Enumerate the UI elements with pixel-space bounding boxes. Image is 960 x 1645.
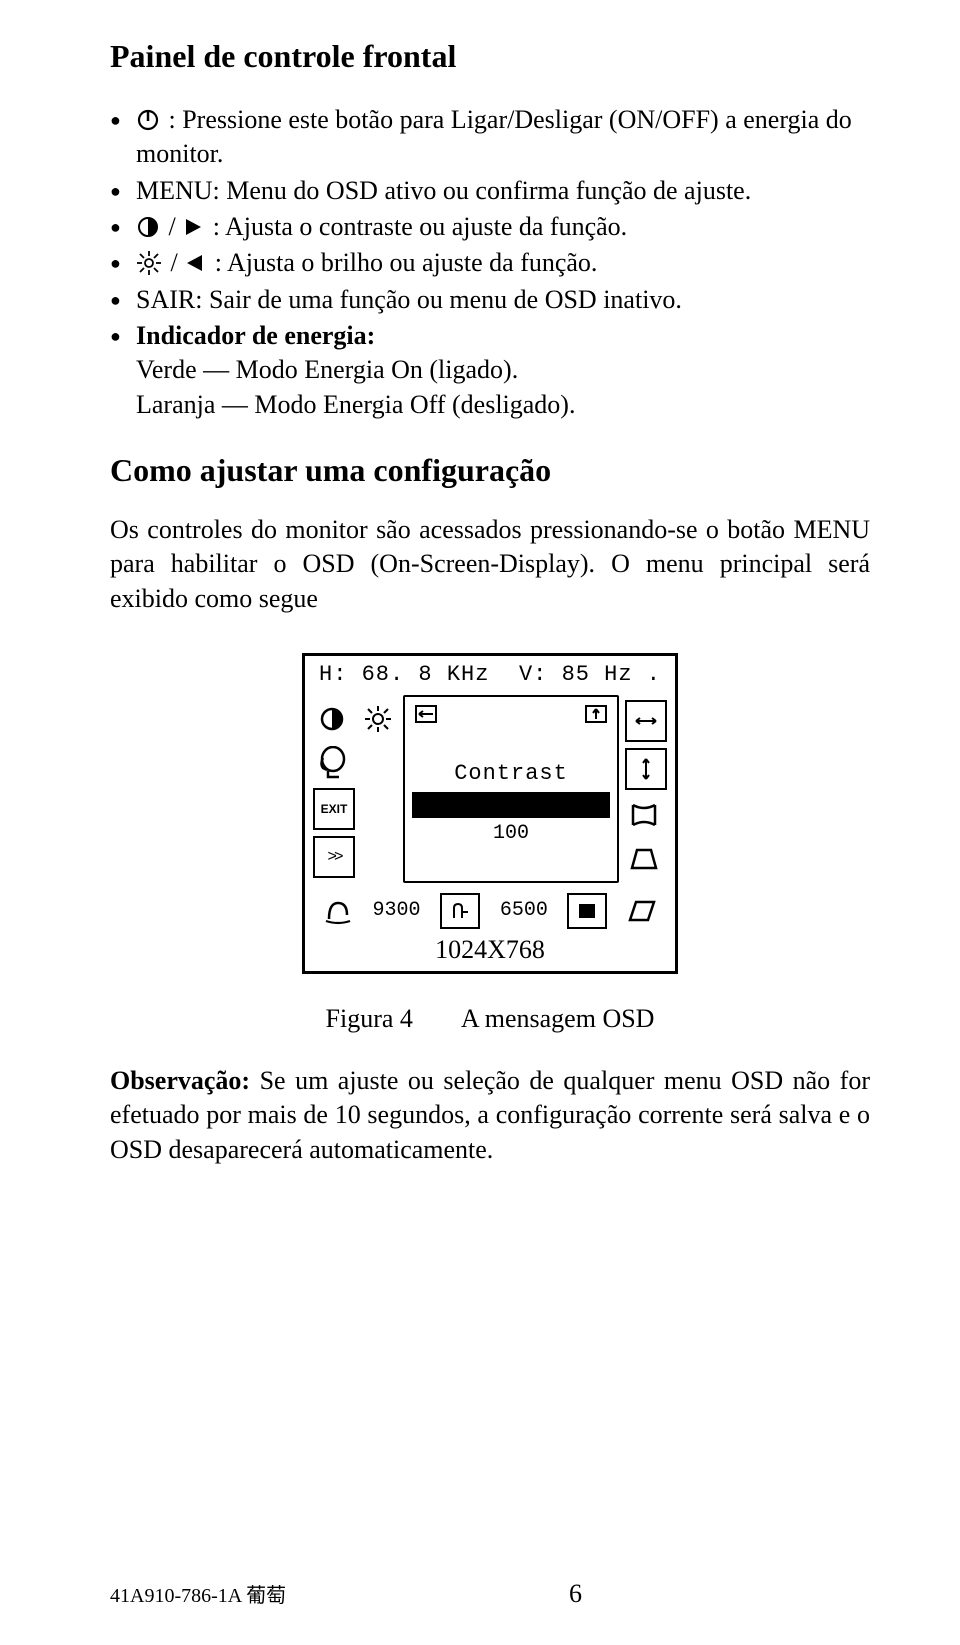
bullet-dot: ●: [110, 174, 136, 208]
head-icon: [313, 744, 351, 782]
osd-right-column: [623, 693, 669, 885]
osd-left-column: EXIT >>: [311, 693, 357, 885]
brightness-icon: [136, 250, 162, 276]
bullet-text: : Ajusta o contraste ou ajuste da função…: [206, 212, 627, 241]
vsize-icon: [625, 748, 667, 790]
heading-front-panel: Painel de controle frontal: [110, 38, 870, 75]
page-number: 6: [569, 1579, 582, 1609]
bullet-item: ● Indicador de energia: Verde — Modo Ene…: [110, 319, 870, 422]
trapezoid-icon: [625, 840, 663, 878]
heading-how-to-adjust: Como ajustar uma configuração: [110, 452, 870, 489]
osd-bottom-row: 9300 6500: [305, 889, 675, 933]
bullet-item: ● MENU: Menu do OSD ativo ou confirma fu…: [110, 174, 870, 208]
osd-left-column-2: [357, 693, 399, 885]
osd-center-value: 100: [493, 822, 529, 845]
osd-v-label: V: 85 Hz .: [519, 662, 661, 687]
caption-left: Figura 4: [326, 1004, 413, 1034]
hpos-icon: [413, 703, 439, 725]
bullet-item: ● : Pressione este botão para Ligar/Desl…: [110, 103, 870, 172]
exit-icon: EXIT: [313, 788, 355, 830]
bullet-text: : Ajusta o brilho ou ajuste da função.: [208, 248, 597, 277]
bullet-dot: ●: [110, 319, 136, 353]
bullet-text: MENU: Menu do OSD ativo ou confirma funç…: [136, 174, 870, 208]
brightness-icon: [359, 700, 397, 738]
parallelogram-icon: [627, 898, 657, 924]
page-footer: 41A910-786-1A 葡萄 6 .: [110, 1579, 870, 1609]
figure-osd: H: 68. 8 KHz V: 85 Hz . EXIT >>: [110, 653, 870, 974]
play-left-icon: [184, 252, 206, 274]
bullet-dot: ●: [110, 246, 136, 280]
contrast-icon: [313, 700, 351, 738]
osd-panel: H: 68. 8 KHz V: 85 Hz . EXIT >>: [302, 653, 678, 974]
bullet-line: Verde — Modo Energia On (ligado).: [136, 355, 518, 384]
observation-label: Observação:: [110, 1066, 250, 1095]
bullet-item: ● SAIR: Sair de uma função ou menu de OS…: [110, 283, 870, 317]
bullet-list: ● : Pressione este botão para Ligar/Desl…: [110, 103, 870, 422]
bullet-item: ● / : Ajusta o brilho ou ajuste da funçã…: [110, 246, 870, 280]
osd-6500: 6500: [500, 899, 548, 922]
bullet-dot: ●: [110, 283, 136, 317]
bullet-text: SAIR: Sair de uma função ou menu de OSD …: [136, 283, 870, 317]
osd-center: Contrast 100: [403, 695, 619, 883]
vpos-icon: [583, 703, 609, 725]
bullet-dot: ●: [110, 210, 136, 244]
osd-center-label: Contrast: [454, 761, 568, 786]
footer-left: 41A910-786-1A 葡萄: [110, 1579, 286, 1608]
double-arrow-icon: >>: [313, 836, 355, 878]
paragraph-intro: Os controles do monitor são acessados pr…: [110, 513, 870, 617]
document-page: Painel de controle frontal ● : Pressione…: [0, 0, 960, 1645]
play-right-icon: [182, 216, 204, 238]
caption-right: A mensagem OSD: [461, 1004, 655, 1034]
power-icon: [136, 108, 160, 132]
pincushion-icon: [625, 796, 663, 834]
contrast-icon: [136, 215, 160, 239]
bullet-bold: Indicador de energia:: [136, 321, 375, 350]
bullet-item: ● / : Ajusta o contraste ou ajuste da fu…: [110, 210, 870, 244]
degauss-icon: [323, 897, 353, 925]
osd-9300: 9300: [372, 899, 420, 922]
osd-resolution: 1024X768: [305, 933, 675, 971]
bullet-text: : Pressione este botão para Ligar/Deslig…: [136, 105, 852, 168]
figure-caption: Figura 4 A mensagem OSD: [110, 1004, 870, 1034]
color-box-icon: [567, 893, 607, 929]
osd-h-label: H: 68. 8 KHz: [319, 662, 489, 687]
osd-slider: [412, 792, 610, 818]
bullet-line: Laranja — Modo Energia Off (desligado).: [136, 390, 575, 419]
bullet-dot: ●: [110, 103, 136, 137]
color-temp-icon: [440, 893, 480, 929]
paragraph-observation: Observação: Se um ajuste ou seleção de q…: [110, 1064, 870, 1168]
hsize-icon: [625, 700, 667, 742]
